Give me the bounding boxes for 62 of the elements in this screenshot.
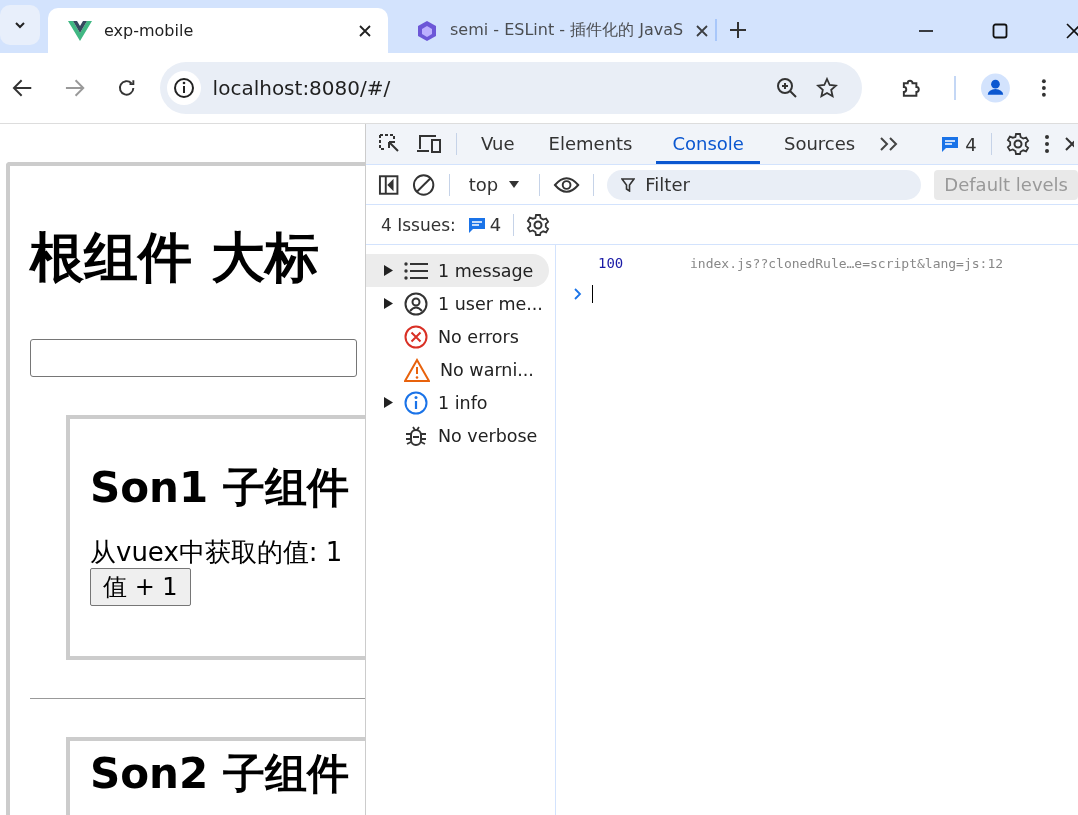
forward-icon[interactable] xyxy=(64,77,86,99)
profile-icon[interactable] xyxy=(981,73,1011,103)
tab-title: exp-mobile xyxy=(104,21,195,40)
error-icon xyxy=(404,324,428,349)
zoom-icon[interactable] xyxy=(776,77,799,99)
eye-icon[interactable] xyxy=(553,175,581,194)
more-icon[interactable] xyxy=(1043,134,1050,154)
close-icon[interactable] xyxy=(695,23,710,38)
browser-tab[interactable]: exp-mobile xyxy=(48,8,388,53)
address-bar[interactable]: localhost:8080/#/ xyxy=(159,62,863,114)
triangle-logo-icon xyxy=(68,20,92,41)
tab-title: semi - ESLint - 插件化的 JavaS xyxy=(450,20,684,41)
warning-icon xyxy=(404,357,430,382)
source-link[interactable]: index.js??clonedRule…e=script&lang=js:12 xyxy=(690,255,1004,271)
sidebar-item[interactable]: No verbose xyxy=(366,419,549,452)
clear-icon[interactable] xyxy=(412,172,436,197)
caret-icon xyxy=(508,179,521,190)
expand-arrow-icon[interactable] xyxy=(384,265,393,276)
expand-arrow-icon[interactable] xyxy=(384,397,393,408)
url-text: localhost:8080/#/ xyxy=(212,76,392,100)
user-icon xyxy=(404,291,428,316)
close-icon[interactable] xyxy=(1063,136,1074,152)
settings-icon[interactable] xyxy=(526,212,551,237)
message-count-badge[interactable]: 4 xyxy=(941,133,977,155)
child-heading: Son1 子组件 xyxy=(90,462,350,514)
devtools-tab[interactable]: Sources xyxy=(779,124,860,164)
issues-count-badge[interactable]: 4 xyxy=(467,214,502,235)
list-icon xyxy=(404,260,428,281)
sidebar-item[interactable]: 1 info xyxy=(366,386,549,419)
new-tab-icon[interactable] xyxy=(729,21,748,39)
sidebar-item[interactable]: No errors xyxy=(366,320,549,353)
hexagon-logo-icon xyxy=(416,19,438,42)
increment-button[interactable]: 值 + 1 xyxy=(90,568,191,607)
browser-tab[interactable]: semi - ESLint - 插件化的 JavaS xyxy=(396,8,726,53)
filter-field[interactable]: Filter xyxy=(607,169,922,200)
value-text: 从vuex中获取的值: 1 xyxy=(90,537,344,569)
filter-icon xyxy=(621,177,636,192)
info-icon[interactable] xyxy=(166,71,201,105)
more-icon[interactable] xyxy=(1041,78,1047,98)
star-icon[interactable] xyxy=(816,77,839,99)
log-value: 100 xyxy=(598,255,625,271)
issues-label: 4 Issues: xyxy=(381,214,456,235)
sidebar-item[interactable]: 1 message xyxy=(366,254,549,287)
info-icon xyxy=(404,390,428,415)
context-dropdown[interactable]: top xyxy=(462,174,527,195)
settings-icon[interactable] xyxy=(1005,132,1030,156)
sidebar-toggle-icon[interactable] xyxy=(378,173,400,196)
devtools-tab[interactable]: Elements xyxy=(544,124,637,164)
back-icon[interactable] xyxy=(12,77,34,99)
maximize-icon[interactable] xyxy=(992,23,1008,39)
device-icon[interactable] xyxy=(416,134,442,154)
child-heading: Son2 子组件 xyxy=(90,748,350,800)
input-field[interactable] xyxy=(30,338,357,377)
devtools-tab[interactable]: Vue xyxy=(477,124,519,164)
close-icon[interactable] xyxy=(1066,23,1078,39)
expand-arrow-icon[interactable] xyxy=(384,298,393,309)
page-heading: 根组件 大标 xyxy=(30,226,320,291)
sidebar-item[interactable]: 1 user me... xyxy=(366,287,549,320)
devtools-tab[interactable]: Console xyxy=(656,124,760,164)
prompt-icon xyxy=(574,288,582,300)
close-icon[interactable] xyxy=(358,23,372,38)
sidebar-item[interactable]: No warni... xyxy=(366,353,549,386)
